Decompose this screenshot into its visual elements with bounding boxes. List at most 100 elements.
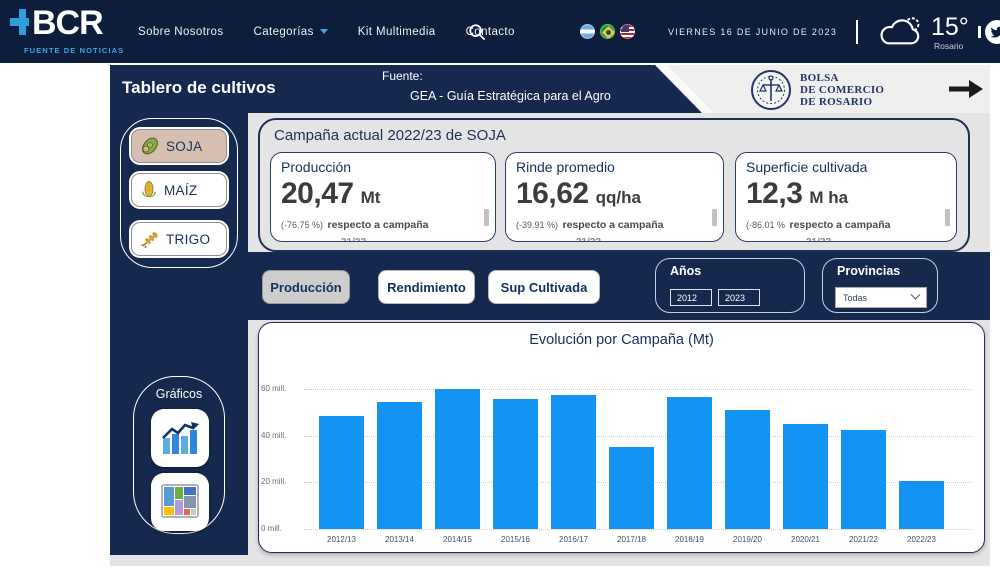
kpi-delta: (-86.01 % respecto a campaña <box>746 215 890 233</box>
nav-menu: Sobre Nosotros Categorías Kit Multimedia… <box>138 0 515 63</box>
kpi-unit: M ha <box>809 188 848 208</box>
scrollbar-thumb[interactable] <box>945 209 950 226</box>
kpi-panel: Campaña actual 2022/23 de SOJA Producció… <box>258 118 970 252</box>
treemap-icon <box>158 480 202 524</box>
language-flags <box>580 24 635 39</box>
weather-city: Rosario <box>931 41 969 51</box>
flag-argentina-icon[interactable] <box>580 24 595 39</box>
x-axis-tick: 2017/18 <box>609 535 654 544</box>
kpi-value: 12,3 <box>746 177 802 211</box>
source-label: Fuente: <box>382 69 423 83</box>
tab-sup-cultivada[interactable]: Sup Cultivada <box>488 270 600 304</box>
gridline <box>304 529 972 530</box>
bar-2020/21[interactable] <box>783 424 828 529</box>
x-axis-tick: 2012/13 <box>319 535 364 544</box>
chart-plot <box>304 389 972 529</box>
bar-2015/16[interactable] <box>493 399 538 529</box>
kpi-unit: qq/ha <box>596 188 641 208</box>
page: BCR FUENTE DE NOTICIAS Sobre Nosotros Ca… <box>0 0 1000 569</box>
provinces-label: Provincias <box>837 264 900 278</box>
crop-button-trigo[interactable]: TRIGO <box>131 222 227 256</box>
wheat-icon <box>139 229 161 249</box>
brand-tagline: FUENTE DE NOTICIAS <box>24 46 120 55</box>
years-label: Años <box>670 264 701 278</box>
provinces-selected-value: Todas <box>843 293 867 303</box>
bcr-logo[interactable]: BCR FUENTE DE NOTICIAS <box>10 6 120 55</box>
provinces-filter-group: Provincias Todas <box>822 258 938 313</box>
kpi-card-rinde: Rinde promedio 16,62 qq/ha (-39.91 %) re… <box>505 152 724 242</box>
kpi-delta-tail: 21/22 <box>806 237 831 242</box>
chevron-down-icon <box>320 29 328 34</box>
kpi-label: Superficie cultivada <box>746 159 867 175</box>
bar-2022/23[interactable] <box>899 481 944 529</box>
dashboard-header: Tablero de cultivos Fuente: GEA - Guía E… <box>110 65 990 113</box>
kpi-value: 20,47 <box>281 177 354 211</box>
flag-usa-icon[interactable] <box>620 24 635 39</box>
nav-item-sobre-nosotros[interactable]: Sobre Nosotros <box>138 26 224 38</box>
corn-icon <box>139 180 159 200</box>
bar-chart-view-button[interactable] <box>151 409 209 467</box>
twitter-icon[interactable] <box>985 20 1000 44</box>
arrow-right-button[interactable] <box>948 79 984 104</box>
tab-rendimiento[interactable]: Rendimiento <box>378 270 475 304</box>
weather-widget: 15° Rosario <box>877 14 969 51</box>
bar-chart-icon <box>158 416 202 460</box>
kpi-delta-tail: 21/22 <box>341 237 366 242</box>
y-axis-tick: 60 mill. <box>261 384 299 393</box>
x-axis-tick: 2018/19 <box>667 535 712 544</box>
tab-produccion[interactable]: Producción <box>262 270 350 304</box>
scrollbar-thumb[interactable] <box>712 209 717 226</box>
dashboard: Tablero de cultivos Fuente: GEA - Guía E… <box>110 65 990 566</box>
kpi-delta: (-76.75 %) respecto a campaña <box>281 215 428 233</box>
chevron-down-icon <box>911 290 921 300</box>
bcr-org-logo: BOLSA DE COMERCIO DE ROSARIO <box>750 69 884 111</box>
crop-button-maiz[interactable]: MAÍZ <box>131 173 227 207</box>
bar-2019/20[interactable] <box>725 410 770 529</box>
bar-2014/15[interactable] <box>435 389 480 529</box>
social-divider <box>978 26 981 38</box>
header-navy-area: Tablero de cultivos Fuente: GEA - Guía E… <box>110 65 702 113</box>
x-axis-tick: 2021/22 <box>841 535 886 544</box>
bar-2017/18[interactable] <box>609 447 654 529</box>
bar-2013/14[interactable] <box>377 402 422 529</box>
kpi-unit: Mt <box>361 188 381 208</box>
temperature: 15° <box>931 14 969 40</box>
bar-2012/13[interactable] <box>319 416 364 529</box>
bar-2016/17[interactable] <box>551 395 596 529</box>
chart-title: Evolución por Campaña (Mt) <box>259 332 984 348</box>
cloud-icon <box>877 14 923 48</box>
kpi-delta-tail: 21/22 <box>576 237 601 242</box>
kpi-card-superficie: Superficie cultivada 12,3 M ha (-86.01 %… <box>735 152 957 242</box>
bar-2021/22[interactable] <box>841 430 886 529</box>
nav-item-categorias[interactable]: Categorías <box>254 26 328 38</box>
scrollbar-thumb[interactable] <box>484 209 489 226</box>
filter-band: Producción Rendimiento Sup Cultivada Año… <box>248 252 990 320</box>
year-to-input[interactable]: 2023 <box>718 289 760 306</box>
source-value: GEA - Guía Estratégica para el Agro <box>410 89 611 103</box>
crop-selector-group: SOJA MAÍZ <box>120 118 238 268</box>
provinces-dropdown[interactable]: Todas <box>835 287 927 308</box>
x-axis-tick: 2022/23 <box>899 535 944 544</box>
gridline <box>304 389 972 390</box>
treemap-view-button[interactable] <box>151 473 209 531</box>
content-area: Campaña actual 2022/23 de SOJA Producció… <box>248 113 990 566</box>
year-from-input[interactable]: 2012 <box>670 289 712 306</box>
date-text: VIERNES 16 DE JUNIO DE 2023 <box>668 27 837 37</box>
x-axis-tick: 2015/16 <box>493 535 538 544</box>
brand-text: BCR <box>32 6 103 40</box>
crop-button-soja[interactable]: SOJA <box>131 129 227 163</box>
nav-item-kit-multimedia[interactable]: Kit Multimedia <box>358 26 436 38</box>
x-axis-tick: 2020/21 <box>783 535 828 544</box>
top-nav: BCR FUENTE DE NOTICIAS Sobre Nosotros Ca… <box>0 0 1000 63</box>
search-icon[interactable] <box>468 23 486 41</box>
kpi-panel-title: Campaña actual 2022/23 de SOJA <box>274 127 506 144</box>
flag-brazil-icon[interactable] <box>600 24 615 39</box>
bar-2018/19[interactable] <box>667 397 712 529</box>
kpi-label: Producción <box>281 159 351 175</box>
bcr-plus-icon <box>10 9 32 43</box>
x-axis-tick: 2019/20 <box>725 535 770 544</box>
x-axis-tick: 2014/15 <box>435 535 480 544</box>
graphics-label: Gráficos <box>134 387 224 401</box>
years-filter-group: Años 2012 2023 <box>655 258 805 313</box>
left-sidebar: SOJA MAÍZ <box>110 113 248 555</box>
